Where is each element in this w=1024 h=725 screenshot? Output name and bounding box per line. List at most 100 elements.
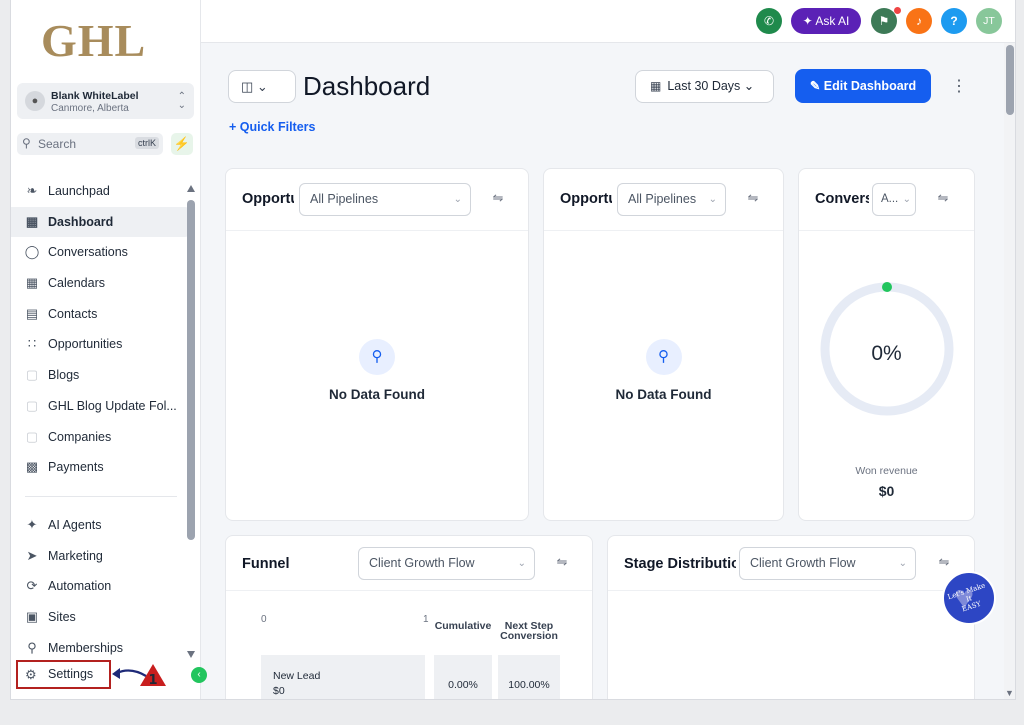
sidebar-item-payments[interactable]: ▩ Payments [11,452,189,483]
help-button[interactable]: ? [941,8,967,34]
search-icon: ⚲ [359,339,395,375]
select-value: A... [881,193,899,205]
chevron-down-icon: ⌄ [898,558,907,569]
date-range-label: Last 30 Days [667,79,741,93]
bell-icon: ♪ [916,14,922,28]
sidebar-item-label: Sites [48,609,76,624]
sidebar-nav: ❧ Launchpad ▦ Dashboard ◯ Conversations ▦ Ca… [11,176,189,663]
funnel-axis-max: 1 [423,614,429,625]
chevron-down-icon: ⌄ [517,558,526,569]
filter-settings-icon[interactable]: ⇋ [553,554,571,572]
funnel-card: Funnel Client Growth Flow ⌄ ⇋ 0 1 Cumulat… [225,535,593,699]
top-bar: ✆ ✦ Ask AI ⚑ ♪ ? JT [201,0,1015,43]
sidebar-item-conversations[interactable]: ◯ Conversations [11,237,189,268]
sidebar-item-label: Payments [48,460,104,475]
card-header: Convers A... ⌄ ⇋ [799,169,974,231]
lets-make-it-easy-badge[interactable]: ♥ Let's Make It EASY [942,571,996,625]
sidebar-item-automation[interactable]: ⟳ Automation [11,571,189,602]
sidebar-item-label: Companies [48,429,112,444]
sidebar-item-label: Calendars [48,276,105,291]
sidebar-item-sites[interactable]: ▣ Sites [11,602,189,633]
chevron-down-icon: ⌄ [256,79,268,94]
account-switcher[interactable]: ● Blank WhiteLabel Canmore, Alberta ⌃ ⌄ [17,83,194,119]
layout-toggle-button[interactable]: ◫ ⌄ [228,70,296,103]
rocket-icon: ❧ [26,183,38,198]
notifications-button[interactable]: ♪ [906,8,932,34]
gear-icon: ⚙ [25,667,37,682]
card-title: Convers [815,191,869,207]
empty-state-text: No Data Found [615,387,712,402]
search-shortcut-badge: ctrlK [135,137,159,149]
date-range-picker[interactable]: ▦ Last 30 Days ⌄ [635,70,774,103]
cumulative-value: 0.00% [434,655,492,699]
sidebar-item-settings[interactable]: ⚙ Settings [16,660,111,689]
opportunities-card-2: Opportu All Pipelines ⌄ ⇋ ⚲ No Data Found [543,168,784,521]
filter-settings-icon[interactable]: ⇋ [934,190,952,208]
sidebar-item-label: Marketing [48,548,103,563]
scroll-down-icon[interactable]: ▼ [1005,688,1014,698]
stage-select[interactable]: Client Growth Flow ⌄ [739,547,916,580]
announcement-dot [894,7,901,14]
sidebar-item-contacts[interactable]: ▤ Contacts [11,299,189,330]
card-title: Opportu [242,191,294,207]
quick-action-bolt-icon[interactable]: ⚡ [171,133,193,155]
main-scrollbar[interactable]: ▼ [1004,43,1015,699]
sparkle-icon: ✦ [26,516,38,532]
ask-ai-button[interactable]: ✦ Ask AI [791,8,861,34]
conversion-select[interactable]: A... ⌄ [872,183,916,216]
user-avatar[interactable]: JT [976,8,1002,34]
funnel-stage-row: New Lead $0 [261,655,425,699]
filter-settings-icon[interactable]: ⇋ [489,190,507,208]
main-scrollbar-thumb[interactable] [1006,45,1014,115]
pipeline-select[interactable]: All Pipelines ⌄ [299,183,471,216]
sidebar-item-marketing[interactable]: ➤ Marketing [11,541,189,572]
page-title: Dashboard [303,71,431,101]
cumulative-header: Cumulative [434,620,492,632]
next-step-header-line2: Conversion [500,630,558,642]
sidebar-item-calendars[interactable]: ▦ Calendars [11,268,189,299]
pipeline-select[interactable]: All Pipelines ⌄ [617,183,726,216]
search-icon: ⚲ [645,339,682,375]
brand-logo[interactable]: GHL [41,14,146,67]
account-location: Canmore, Alberta [51,103,129,114]
sidebar-item-opportunities[interactable]: ∷ Opportunities [11,329,189,360]
funnel-select[interactable]: Client Growth Flow ⌄ [358,547,535,580]
sidebar-item-ghl-blog-update[interactable]: ▢ GHL Blog Update Fol... [11,391,189,422]
quick-filters-link[interactable]: + Quick Filters [229,120,316,134]
stage-name: New Lead [273,670,321,682]
sidebar-item-label: GHL Blog Update Fol... [48,398,177,413]
award-icon: ⚲ [27,639,37,655]
filter-settings-icon[interactable]: ⇋ [935,554,953,572]
stage-distribution-card: Stage Distributio Client Growth Flow ⌄ ⇋ [607,535,975,699]
sidebar-item-launchpad[interactable]: ❧ Launchpad [11,176,189,207]
collapse-sidebar-button[interactable]: ‹ [191,667,207,683]
sidebar-item-label: Conversations [48,245,128,260]
chat-icon: ◯ [24,244,40,260]
won-revenue-label: Won revenue [855,465,918,477]
announcements-button[interactable]: ⚑ [871,8,897,34]
phone-button[interactable]: ✆ [756,8,782,34]
sidebar-scrollbar-thumb[interactable] [187,200,195,540]
conversion-card: Convers A... ⌄ ⇋ 0% Won revenue $0 [798,168,975,521]
app-window: GHL ● Blank WhiteLabel Canmore, Alberta … [10,0,1016,700]
empty-state: ⚲ No Data Found [226,339,528,402]
filter-settings-icon[interactable]: ⇋ [744,190,762,208]
sidebar-item-companies[interactable]: ▢ Companies [11,422,189,453]
empty-state-text: No Data Found [329,387,425,402]
select-value: Client Growth Flow [750,556,856,570]
card-title: Stage Distributio [624,556,736,572]
won-revenue-value: $0 [878,483,895,499]
sidebar-item-memberships[interactable]: ⚲ Memberships [11,633,189,664]
more-options-icon[interactable]: ⋮ [951,76,967,96]
sidebar-item-ai-agents[interactable]: ✦ AI Agents [11,510,189,541]
sidebar-item-label: Blogs [48,368,80,383]
edit-dashboard-button[interactable]: ✎ Edit Dashboard [795,69,931,103]
megaphone-icon: ⚑ [878,14,890,28]
sidebar-item-label: Contacts [48,306,98,321]
card-header: Funnel Client Growth Flow ⌄ ⇋ [226,536,592,591]
sidebar-item-dashboard[interactable]: ▦ Dashboard [11,206,189,238]
chevron-down-icon: ⌄ [453,194,462,205]
search-input[interactable]: ⚲ Search ctrlK [17,133,163,155]
sidebar-item-blogs[interactable]: ▢ Blogs [11,360,189,391]
pipeline-icon: ∷ [27,336,37,352]
